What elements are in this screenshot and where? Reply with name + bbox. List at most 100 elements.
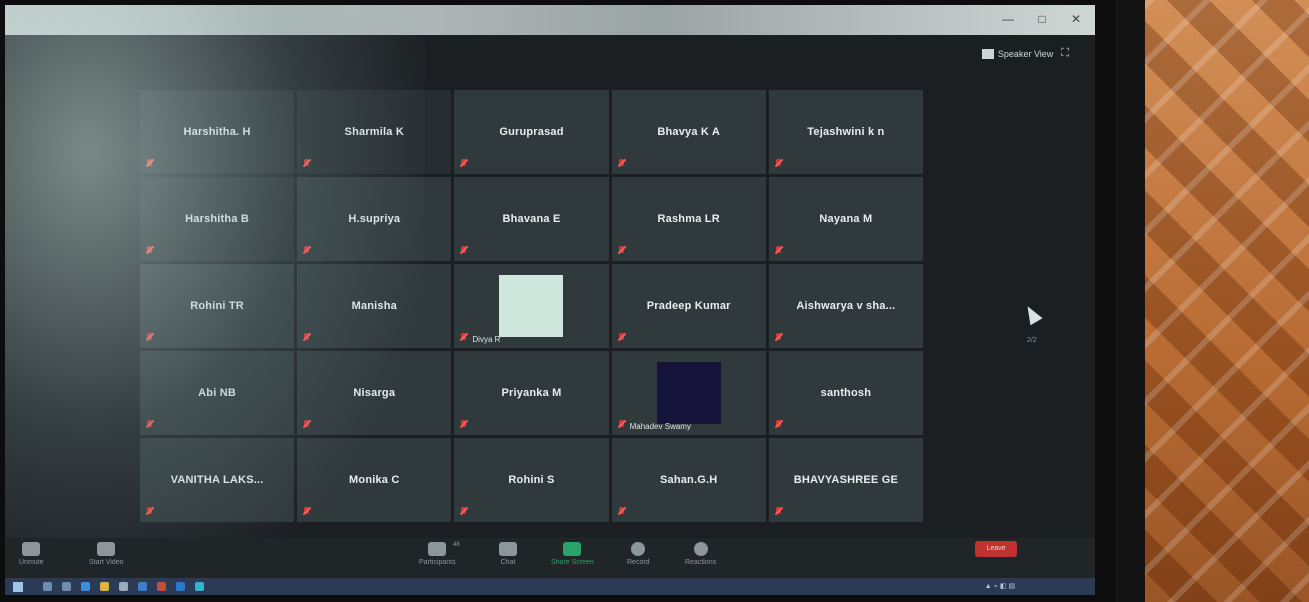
start-video-label: Start Video bbox=[89, 559, 124, 566]
participant-name: H.supriya bbox=[348, 213, 401, 225]
muted-mic-icon bbox=[146, 246, 153, 255]
participant-tile[interactable]: Tejashwini k n bbox=[768, 90, 923, 174]
participant-tile[interactable]: Monika C bbox=[297, 438, 452, 522]
edge-browser-icon[interactable] bbox=[81, 582, 90, 591]
muted-mic-icon bbox=[460, 420, 467, 429]
participant-tile[interactable]: Divya R bbox=[454, 264, 609, 348]
participant-name: Tejashwini k n bbox=[807, 126, 885, 138]
participant-tile[interactable]: Sharmila K bbox=[297, 90, 452, 174]
participant-name: Priyanka M bbox=[501, 387, 562, 399]
mail-icon[interactable] bbox=[138, 582, 147, 591]
store-icon[interactable] bbox=[119, 582, 128, 591]
participants-count: 48 bbox=[453, 542, 460, 548]
reactions-label: Reactions bbox=[685, 559, 717, 566]
speaker-view-button[interactable]: Speaker View bbox=[981, 48, 1053, 59]
participant-tile[interactable]: Aishwarya v sha... bbox=[768, 264, 923, 348]
mouse-cursor-icon bbox=[1021, 302, 1043, 326]
participant-name: Rohini S bbox=[508, 474, 555, 486]
share-screen-button[interactable]: Share Screen bbox=[551, 542, 594, 566]
participant-tile[interactable]: santhosh bbox=[768, 351, 923, 435]
video-off-icon bbox=[97, 542, 116, 556]
participant-tile[interactable]: Nayana M bbox=[768, 177, 923, 261]
participant-tile[interactable]: Harshitha. H bbox=[140, 90, 295, 174]
participant-tile[interactable]: Rohini TR bbox=[140, 264, 295, 348]
leave-button[interactable]: Leave bbox=[975, 541, 1017, 557]
task-view-icon[interactable] bbox=[62, 582, 71, 591]
muted-mic-icon bbox=[460, 333, 467, 342]
muted-mic-icon bbox=[146, 333, 153, 342]
participants-button[interactable]: Participants bbox=[419, 542, 456, 566]
participant-tile[interactable]: Pradeep Kumar bbox=[611, 264, 766, 348]
participant-video-feed bbox=[656, 362, 721, 424]
record-icon bbox=[631, 542, 646, 556]
unmute-label: Unmute bbox=[19, 559, 44, 566]
unmute-button[interactable]: Unmute bbox=[19, 542, 44, 566]
participant-tile[interactable]: Abi NB bbox=[140, 351, 295, 435]
participant-tile[interactable]: Mahadev Swamy bbox=[611, 351, 766, 435]
participant-name: Sharmila K bbox=[344, 126, 405, 138]
view-controls: Speaker View ⛶ bbox=[981, 47, 1069, 60]
chat-button[interactable]: Chat bbox=[499, 542, 517, 566]
participant-name: Guruprasad bbox=[499, 126, 564, 138]
window-controls: — □ ✕ bbox=[1001, 12, 1083, 26]
speaker-view-icon bbox=[981, 48, 994, 59]
participant-tile[interactable]: BHAVYASHREE GE bbox=[768, 438, 923, 522]
close-button[interactable]: ✕ bbox=[1069, 12, 1083, 26]
system-tray[interactable]: ▲ ⌁ ◧ ▤ bbox=[985, 582, 1015, 590]
muted-mic-icon bbox=[775, 333, 782, 342]
participant-name: Bhavana E bbox=[502, 213, 561, 225]
minimize-button[interactable]: — bbox=[1001, 12, 1015, 26]
participant-tile[interactable]: Sahan.G.H bbox=[611, 438, 766, 522]
participants-label: Participants bbox=[419, 559, 456, 566]
muted-mic-icon bbox=[775, 507, 782, 516]
window-titlebar: — □ ✕ bbox=[5, 5, 1095, 35]
participant-tile[interactable]: Priyanka M bbox=[454, 351, 609, 435]
participant-tile[interactable]: Bhavana E bbox=[454, 177, 609, 261]
participant-name: VANITHA LAKS... bbox=[170, 474, 264, 486]
muted-mic-icon bbox=[618, 333, 625, 342]
reactions-icon bbox=[693, 542, 708, 556]
muted-mic-icon bbox=[460, 159, 467, 168]
muted-mic-icon bbox=[303, 507, 310, 516]
participant-tile[interactable]: Manisha bbox=[297, 264, 452, 348]
muted-mic-icon bbox=[460, 246, 467, 255]
participant-tile[interactable]: Bhavya K A bbox=[611, 90, 766, 174]
muted-mic-icon bbox=[775, 420, 782, 429]
participant-tile[interactable]: Harshitha B bbox=[140, 177, 295, 261]
word-app-icon[interactable] bbox=[176, 582, 185, 591]
fullscreen-icon[interactable]: ⛶ bbox=[1061, 47, 1069, 60]
windows-start-icon[interactable] bbox=[13, 581, 23, 592]
participant-tile[interactable]: Guruprasad bbox=[454, 90, 609, 174]
participant-tile[interactable]: VANITHA LAKS... bbox=[140, 438, 295, 522]
participants-icon bbox=[428, 542, 447, 556]
participant-name: Nisarga bbox=[353, 387, 396, 399]
participant-tile[interactable]: H.supriya bbox=[297, 177, 452, 261]
maximize-button[interactable]: □ bbox=[1035, 12, 1049, 26]
participant-name: BHAVYASHREE GE bbox=[793, 474, 899, 486]
participant-name: Abi NB bbox=[198, 387, 237, 399]
office-app-icon[interactable] bbox=[157, 582, 166, 591]
file-explorer-icon[interactable] bbox=[100, 582, 109, 591]
muted-mic-icon bbox=[775, 246, 782, 255]
chat-label: Chat bbox=[500, 559, 516, 566]
reactions-button[interactable]: Reactions bbox=[685, 542, 716, 566]
muted-mic-icon bbox=[146, 159, 153, 168]
muted-mic-icon bbox=[146, 420, 153, 429]
start-video-button[interactable]: Start Video bbox=[89, 542, 124, 566]
search-icon[interactable] bbox=[43, 582, 52, 591]
participant-tile[interactable]: Nisarga bbox=[297, 351, 452, 435]
zoom-app-icon[interactable] bbox=[195, 582, 204, 591]
chat-icon bbox=[499, 542, 517, 556]
participant-name: Mahadev Swamy bbox=[629, 422, 691, 431]
record-button[interactable]: Record bbox=[627, 542, 650, 566]
muted-mic-icon bbox=[460, 507, 467, 516]
participant-tile[interactable]: Rashma LR bbox=[611, 177, 766, 261]
muted-mic-icon bbox=[303, 159, 310, 168]
participant-tile[interactable]: Rohini S bbox=[454, 438, 609, 522]
zoom-meeting-window: — □ ✕ Speaker View ⛶ Harshitha. H Sharmil… bbox=[5, 5, 1095, 595]
participant-name: Bhavya K A bbox=[657, 126, 721, 138]
participant-name: Sahan.G.H bbox=[659, 474, 718, 486]
participant-name: Pradeep Kumar bbox=[646, 300, 731, 312]
muted-mic-icon bbox=[618, 246, 625, 255]
muted-mic-icon bbox=[618, 420, 625, 429]
